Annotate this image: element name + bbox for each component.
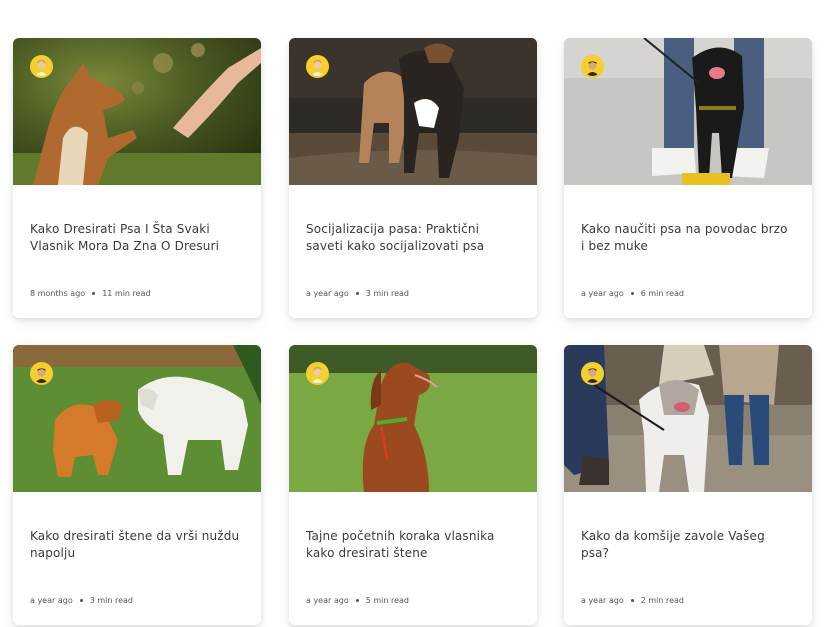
article-meta: 8 months ago 11 min read [30,289,151,298]
article-meta: a year ago 3 min read [30,596,133,605]
separator-dot [79,599,83,602]
article-age: a year ago [581,289,624,298]
article-grid: Kako Dresirati Psa I Šta Svaki Vlasnik M… [0,0,827,627]
article-title[interactable]: Kako dresirati štene da vrši nuždu napol… [30,528,244,562]
article-meta: a year ago 6 min read [581,289,684,298]
read-time: 11 min read [102,289,151,298]
article-image[interactable] [289,38,537,185]
article-card[interactable]: Kako da komšije zavole Vašeg psa? a year… [564,345,812,625]
read-time: 2 min read [640,596,684,605]
separator-dot [92,292,96,295]
separator-dot [355,599,359,602]
article-age: 8 months ago [30,289,86,298]
read-time: 3 min read [89,596,133,605]
article-image[interactable] [564,345,812,492]
article-card[interactable]: Kako dresirati štene da vrši nuždu napol… [13,345,261,625]
author-avatar[interactable] [30,55,53,78]
article-age: a year ago [306,289,349,298]
article-title[interactable]: Tajne početnih koraka vlasnika kako dres… [306,528,520,562]
author-avatar[interactable] [30,362,53,385]
article-age: a year ago [306,596,349,605]
article-title[interactable]: Kako naučiti psa na povodac brzo i bez m… [581,221,795,255]
author-avatar[interactable] [306,362,329,385]
article-image[interactable] [564,38,812,185]
article-image[interactable] [13,345,261,492]
article-age: a year ago [30,596,73,605]
article-card[interactable]: Kako naučiti psa na povodac brzo i bez m… [564,38,812,318]
separator-dot [355,292,359,295]
article-age: a year ago [581,596,624,605]
read-time: 6 min read [640,289,684,298]
article-card[interactable]: Tajne početnih koraka vlasnika kako dres… [289,345,537,625]
separator-dot [630,599,634,602]
article-title[interactable]: Kako Dresirati Psa I Šta Svaki Vlasnik M… [30,221,244,255]
author-avatar[interactable] [581,55,604,78]
article-meta: a year ago 2 min read [581,596,684,605]
article-image[interactable] [13,38,261,185]
author-avatar[interactable] [306,55,329,78]
article-title[interactable]: Socijalizacija pasa: Praktični saveti ka… [306,221,520,255]
article-image[interactable] [289,345,537,492]
author-avatar[interactable] [581,362,604,385]
article-card[interactable]: Socijalizacija pasa: Praktični saveti ka… [289,38,537,318]
article-card[interactable]: Kako Dresirati Psa I Šta Svaki Vlasnik M… [13,38,261,318]
read-time: 5 min read [365,596,409,605]
article-title[interactable]: Kako da komšije zavole Vašeg psa? [581,528,795,562]
read-time: 3 min read [365,289,409,298]
article-meta: a year ago 3 min read [306,289,409,298]
article-meta: a year ago 5 min read [306,596,409,605]
separator-dot [630,292,634,295]
